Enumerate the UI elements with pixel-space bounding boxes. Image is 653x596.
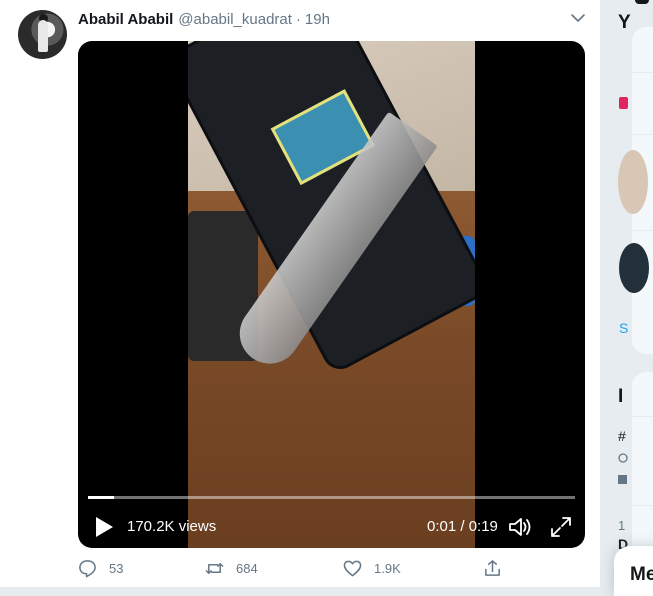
separator-dot: · <box>295 10 301 28</box>
retweet-icon <box>205 562 224 575</box>
messages-drawer[interactable]: Me <box>614 546 653 596</box>
sidebar-suggested-avatar[interactable] <box>619 243 649 293</box>
sidebar-trend-hashtag[interactable]: # <box>618 428 626 444</box>
fullscreen-icon[interactable] <box>550 516 572 538</box>
right-sidebar: Y S I # 1 D <box>602 0 653 587</box>
reply-button[interactable]: 53 <box>78 559 123 578</box>
video-timecode: 0:01 / 0:19 <box>427 518 498 535</box>
view-count: 170.2K views <box>127 518 217 535</box>
retweet-count: 684 <box>236 561 258 576</box>
retweet-button[interactable]: 684 <box>205 559 258 578</box>
video-player[interactable]: 170.2K views 0:01 / 0:19 <box>78 41 585 548</box>
sidebar-card2-title: I <box>618 386 624 407</box>
sidebar-show-more-link[interactable]: S <box>619 320 628 336</box>
sidebar-divider <box>632 230 653 231</box>
sidebar-trend-rank: 1 <box>618 518 626 533</box>
like-button[interactable]: 1.9K <box>343 559 401 578</box>
like-count: 1.9K <box>374 561 401 576</box>
sidebar-divider <box>632 416 653 417</box>
heart-icon <box>343 560 362 577</box>
sidebar-top-edge <box>635 0 649 4</box>
share-button[interactable] <box>483 559 514 578</box>
tweet[interactable]: Ababil Ababil @ababil_kuadrat · 19h 170.… <box>0 0 601 587</box>
tweet-timestamp[interactable]: 19h <box>305 11 330 28</box>
messages-label: Me <box>630 564 653 585</box>
video-frame <box>188 41 475 548</box>
sidebar-divider <box>632 134 653 135</box>
sidebar-card1-badge <box>619 97 628 109</box>
avatar-figure <box>38 20 48 52</box>
sidebar-divider <box>632 72 653 73</box>
play-icon[interactable] <box>94 516 114 538</box>
reply-icon <box>79 560 96 578</box>
clock-icon <box>618 453 628 463</box>
sidebar-suggested-avatar[interactable] <box>618 150 648 214</box>
sidebar-divider <box>632 505 653 506</box>
reply-count: 53 <box>109 561 124 576</box>
user-handle[interactable]: @ababil_kuadrat <box>178 11 292 28</box>
tweet-header: Ababil Ababil @ababil_kuadrat · 19h <box>78 9 330 29</box>
chevron-down-icon[interactable] <box>570 10 586 26</box>
share-icon <box>485 560 500 576</box>
volume-icon[interactable] <box>508 516 532 538</box>
sidebar-trend-thumbnail <box>618 475 627 484</box>
sidebar-card1-title: Y <box>618 12 631 33</box>
display-name[interactable]: Ababil Ababil <box>78 11 173 28</box>
video-progress-fill <box>88 496 114 499</box>
avatar[interactable] <box>18 10 67 59</box>
video-progress-bar[interactable] <box>88 496 575 499</box>
